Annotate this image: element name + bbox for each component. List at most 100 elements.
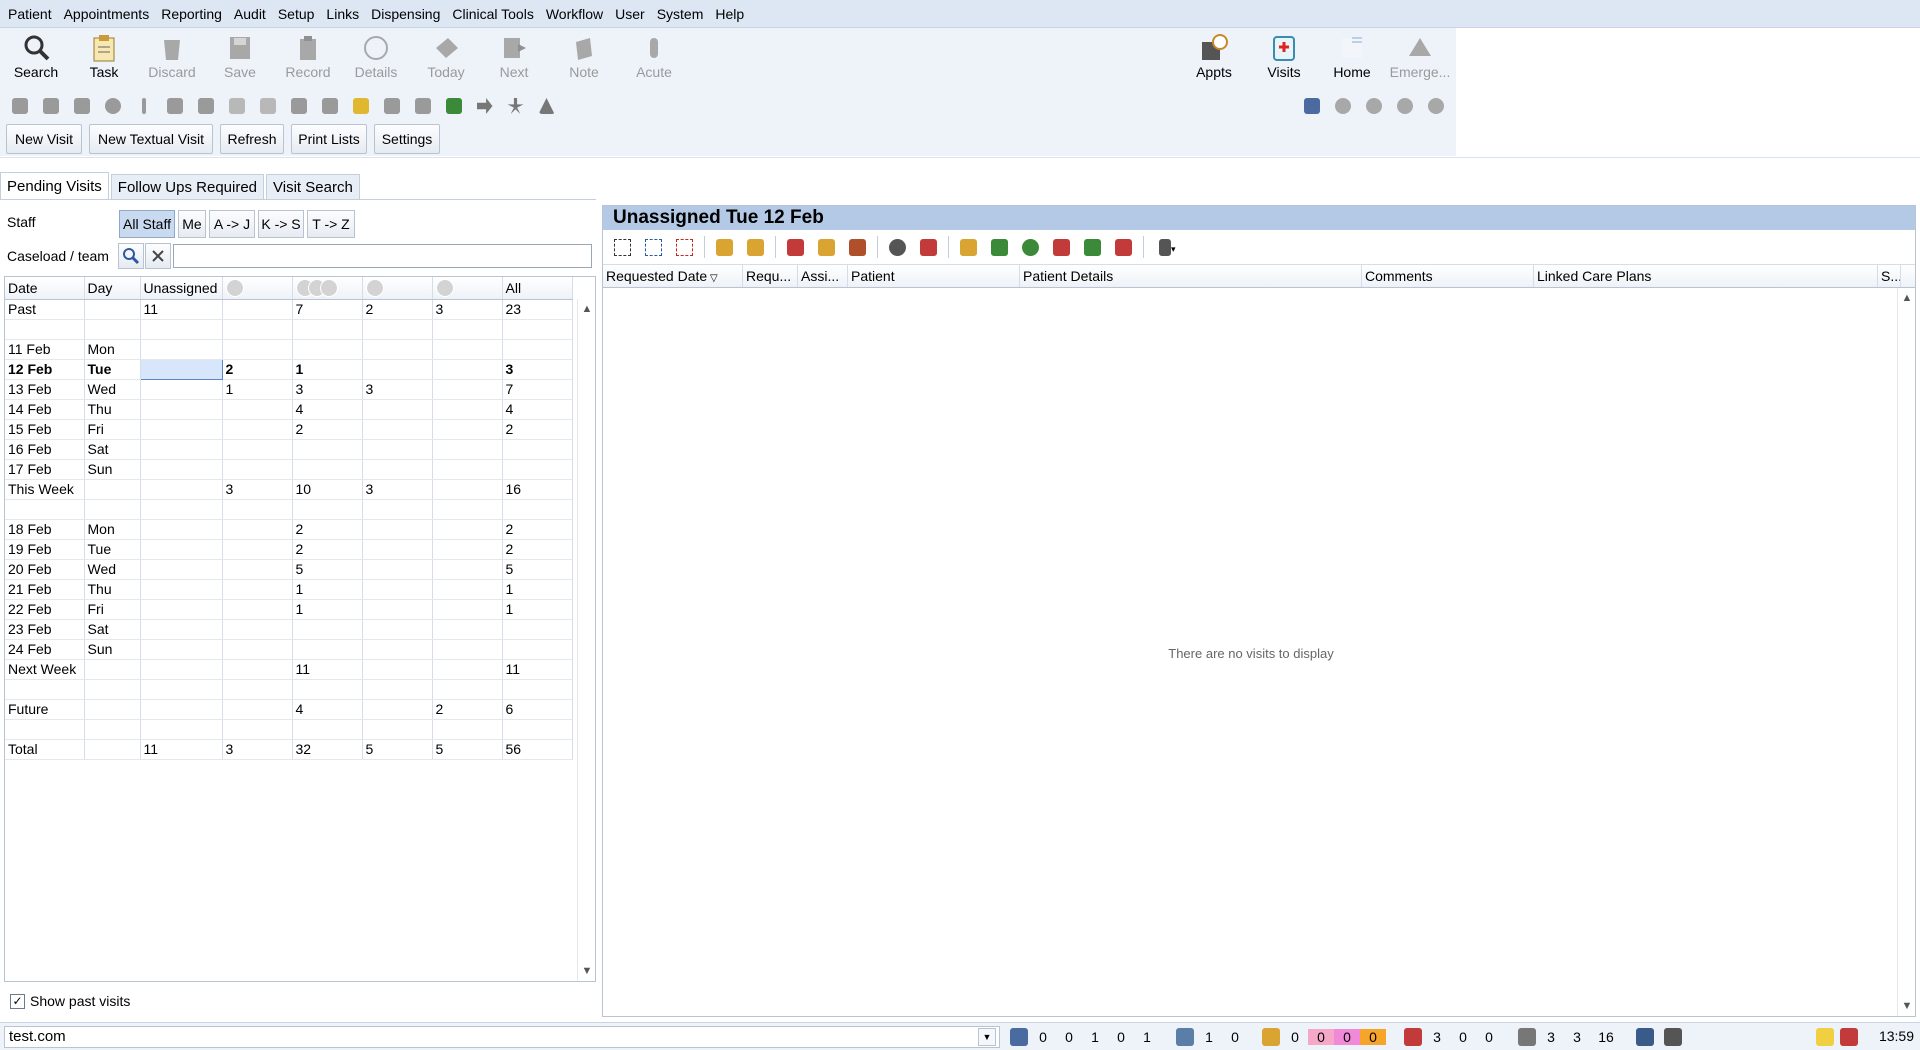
- grid-cell[interactable]: [432, 559, 503, 580]
- grid-cell[interactable]: [222, 579, 293, 600]
- menu-user[interactable]: User: [609, 0, 651, 28]
- visits-button[interactable]: Visits: [1250, 30, 1318, 90]
- house-add-icon[interactable]: [984, 235, 1015, 259]
- grid-cell[interactable]: [292, 339, 363, 360]
- graph-icon[interactable]: [1296, 94, 1327, 118]
- col-staff-4[interactable]: [432, 277, 503, 300]
- table-row[interactable]: [5, 719, 573, 740]
- show-past-visits-checkbox[interactable]: ✓: [10, 993, 25, 1009]
- gear-green-icon[interactable]: [1015, 235, 1046, 259]
- grid-cell[interactable]: 3: [222, 739, 293, 760]
- grid-cell[interactable]: [502, 639, 573, 660]
- grid-cell[interactable]: [222, 419, 293, 440]
- grid-cell[interactable]: [432, 639, 503, 660]
- grid-cell[interactable]: [292, 679, 363, 700]
- menu-system[interactable]: System: [651, 0, 710, 28]
- menu-help[interactable]: Help: [709, 0, 750, 28]
- tab-follow-ups-required[interactable]: Follow Ups Required: [110, 174, 265, 200]
- grid-cell[interactable]: 1: [502, 599, 573, 620]
- grid-cell[interactable]: [432, 659, 503, 680]
- status-group-7[interactable]: [1816, 1026, 1860, 1048]
- settings-button[interactable]: Settings: [374, 124, 440, 154]
- grid-cell[interactable]: 14 Feb: [5, 399, 85, 420]
- table-row[interactable]: 15 Feb Fri 2 2: [5, 419, 573, 440]
- grid-cell[interactable]: Sat: [84, 619, 141, 640]
- grid-cell[interactable]: [222, 319, 293, 340]
- grid-cell[interactable]: [502, 619, 573, 640]
- grid-cell[interactable]: [362, 699, 433, 720]
- grid-cell[interactable]: 18 Feb: [5, 519, 85, 540]
- status-group-3[interactable]: 0 0 0 0: [1262, 1026, 1386, 1048]
- grid-cell[interactable]: [140, 599, 223, 620]
- grid-cell[interactable]: 19 Feb: [5, 539, 85, 560]
- grid-cell[interactable]: [292, 639, 363, 660]
- grid-cell[interactable]: [432, 499, 503, 520]
- scroll-down-icon[interactable]: ▼: [1901, 1000, 1913, 1012]
- grid-cell[interactable]: [140, 619, 223, 640]
- col-staff-3[interactable]: [362, 277, 433, 300]
- grid-cell[interactable]: [140, 679, 223, 700]
- grid-cell[interactable]: [222, 339, 293, 360]
- next-button[interactable]: Next: [480, 30, 548, 90]
- grid-cell[interactable]: This Week: [5, 479, 85, 500]
- grid-cell[interactable]: 4: [292, 699, 363, 720]
- note-button[interactable]: Note: [550, 30, 618, 90]
- grid-cell[interactable]: 2: [292, 519, 363, 540]
- column-header[interactable]: Linked Care Plans: [1534, 265, 1878, 287]
- grid-cell[interactable]: [84, 739, 141, 760]
- grid-cell[interactable]: [432, 319, 503, 340]
- task-button[interactable]: Task: [70, 30, 138, 90]
- grid-cell[interactable]: Past: [5, 299, 85, 320]
- grid-cell[interactable]: [362, 659, 433, 680]
- cars-icon[interactable]: [314, 94, 345, 118]
- copy-icon[interactable]: [709, 235, 740, 259]
- grid-cell[interactable]: [140, 539, 223, 560]
- grid-cell[interactable]: Tue: [84, 539, 141, 560]
- scroll-down-icon[interactable]: ▼: [581, 965, 593, 977]
- grid-cell[interactable]: [502, 439, 573, 460]
- bp-chart-icon[interactable]: [221, 94, 252, 118]
- ear-icon[interactable]: [97, 94, 128, 118]
- grid-cell[interactable]: [432, 459, 503, 480]
- table-row[interactable]: Future 4 2 6: [5, 699, 573, 720]
- grid-cell[interactable]: [222, 639, 293, 660]
- grid-cell[interactable]: 2: [502, 519, 573, 540]
- grid-cell[interactable]: 32: [292, 739, 363, 760]
- grid-cell[interactable]: Fri: [84, 599, 141, 620]
- grid-cell[interactable]: [362, 639, 433, 660]
- gear-icon[interactable]: [1327, 94, 1358, 118]
- grid-cell[interactable]: [432, 679, 503, 700]
- table-row[interactable]: This Week 3 10 3 16: [5, 479, 573, 500]
- save-button[interactable]: Save: [206, 30, 274, 90]
- grid-cell[interactable]: [432, 619, 503, 640]
- grid-cell[interactable]: [432, 439, 503, 460]
- emergency-button[interactable]: Emerge...: [1386, 30, 1454, 90]
- table-row[interactable]: 21 Feb Thu 1 1: [5, 579, 573, 600]
- table-row[interactable]: 13 Feb Wed 1 3 3 7: [5, 379, 573, 400]
- record-button[interactable]: Record: [274, 30, 342, 90]
- menu-patient[interactable]: Patient: [2, 0, 58, 28]
- unassign-person-icon[interactable]: [913, 235, 944, 259]
- grid-cell[interactable]: 17 Feb: [5, 459, 85, 480]
- grid-cell[interactable]: Sat: [84, 439, 141, 460]
- grid-cell[interactable]: 12 Feb: [5, 359, 85, 380]
- home-button[interactable]: Home: [1318, 30, 1386, 90]
- grid-cell[interactable]: [139, 358, 223, 380]
- grid-cell[interactable]: 7: [502, 379, 573, 400]
- grid-cell[interactable]: [140, 499, 223, 520]
- pen-icon[interactable]: [66, 94, 97, 118]
- assign-person-icon[interactable]: [882, 235, 913, 259]
- details-button[interactable]: Details: [342, 30, 410, 90]
- grid-cell[interactable]: 3: [362, 479, 433, 500]
- search-button[interactable]: Search: [2, 30, 70, 90]
- grid-cell[interactable]: 2: [292, 539, 363, 560]
- status-group-5[interactable]: 3 3 16: [1518, 1026, 1622, 1048]
- cup-icon[interactable]: [345, 94, 376, 118]
- grid-cell[interactable]: [222, 719, 293, 740]
- link-icon[interactable]: [283, 94, 314, 118]
- grid-cell[interactable]: [222, 499, 293, 520]
- grid-cell[interactable]: 56: [502, 739, 573, 760]
- grid-cell[interactable]: 5: [502, 559, 573, 580]
- arrow-right-icon[interactable]: [469, 94, 500, 118]
- grid-cell[interactable]: [362, 539, 433, 560]
